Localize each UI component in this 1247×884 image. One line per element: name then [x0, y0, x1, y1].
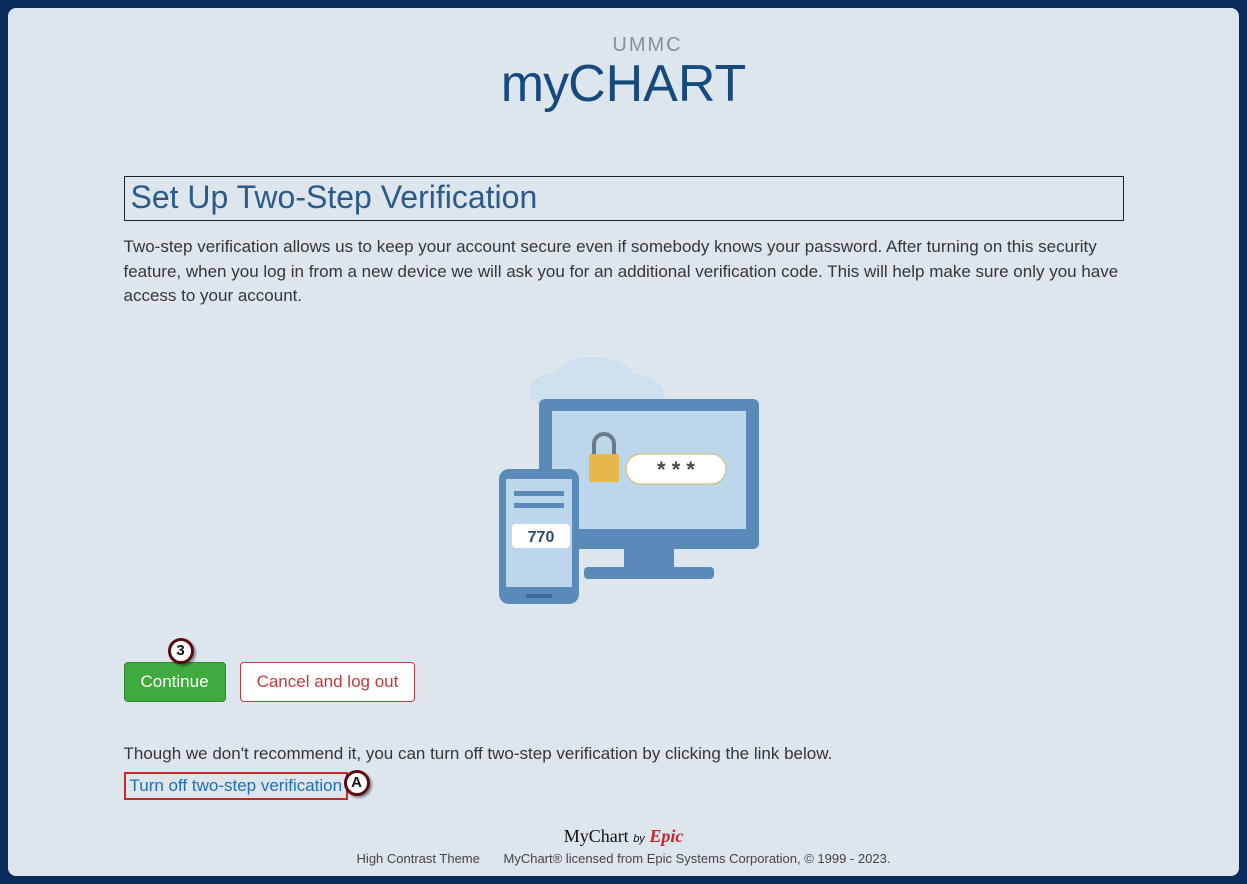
footer-mychart: MyChart — [564, 826, 629, 846]
logo-chart: CHART — [568, 55, 746, 113]
footer-license: MyChart® licensed from Epic Systems Corp… — [504, 851, 891, 866]
footer: MyChart by Epic High Contrast Theme MyCh… — [8, 826, 1239, 866]
turn-off-link-highlight: Turn off two-step verification A — [124, 772, 349, 800]
annotation-marker-a: A — [344, 770, 370, 796]
two-step-illustration: * * * 770 — [124, 349, 1124, 614]
footer-epic: Epic — [649, 826, 683, 846]
app-window: UMMC myCHART Set Up Two-Step Verificatio… — [8, 8, 1239, 876]
footer-links: High Contrast Theme MyChart® licensed fr… — [8, 851, 1239, 866]
footer-brand: MyChart by Epic — [8, 826, 1239, 847]
cancel-logout-button[interactable]: Cancel and log out — [240, 662, 416, 702]
annotation-marker-3: 3 — [168, 638, 194, 664]
high-contrast-theme-link[interactable]: High Contrast Theme — [357, 851, 480, 866]
password-mask: * * * — [657, 457, 695, 482]
button-row: 3 Continue Cancel and log out — [124, 662, 1124, 702]
turn-off-two-step-link[interactable]: Turn off two-step verification — [130, 776, 343, 795]
logo-org: UMMC — [56, 36, 1239, 54]
continue-button[interactable]: Continue — [124, 662, 226, 702]
logo-my: my — [501, 55, 568, 113]
page-title: Set Up Two-Step Verification — [124, 176, 1124, 221]
page-description: Two-step verification allows us to keep … — [124, 235, 1124, 309]
logo: UMMC myCHART — [8, 8, 1239, 114]
main-content: Set Up Two-Step Verification Two-step ve… — [124, 176, 1124, 800]
security-devices-icon: * * * 770 — [464, 349, 784, 609]
footer-by: by — [633, 833, 645, 845]
verification-code: 770 — [527, 529, 554, 546]
opt-out-note: Though we don't recommend it, you can tu… — [124, 744, 1124, 764]
